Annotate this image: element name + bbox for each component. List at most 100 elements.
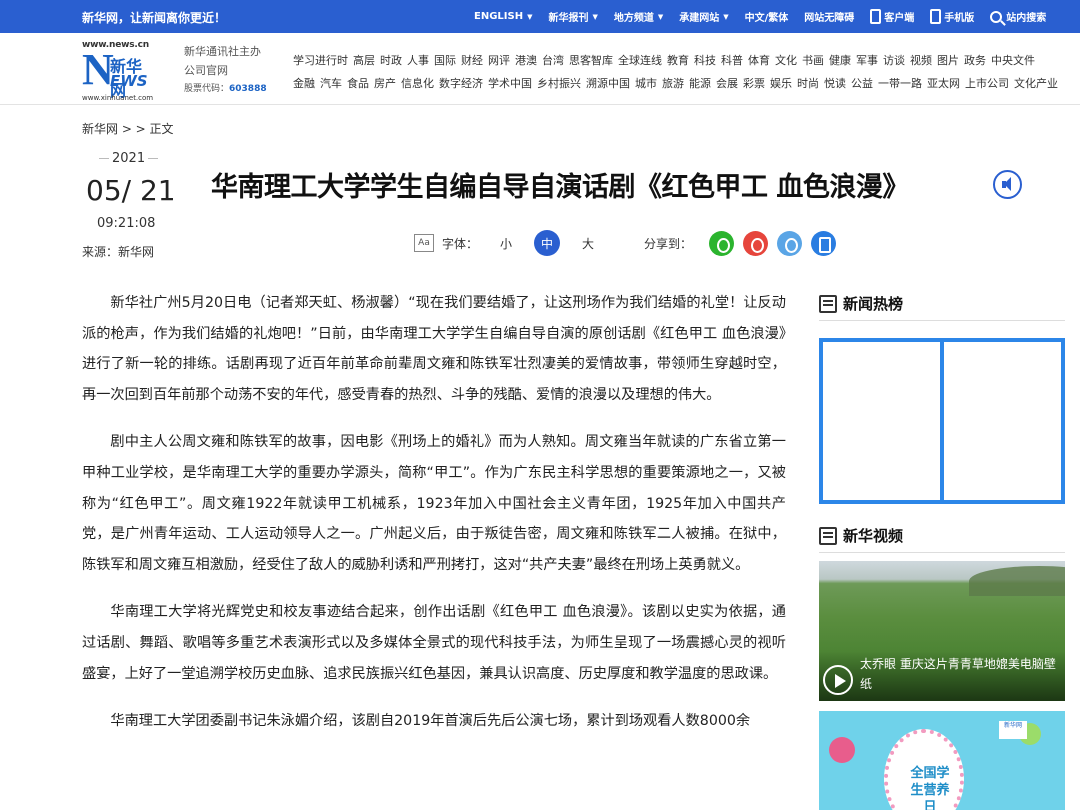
channel-link[interactable]: 会展 bbox=[716, 77, 738, 90]
channel-link[interactable]: 时尚 bbox=[797, 77, 819, 90]
channel-link[interactable]: 一带一路 bbox=[878, 77, 922, 90]
nav-hosted-label: 承建网站 bbox=[679, 13, 720, 24]
nav-accessibility[interactable]: 网站无障碍 bbox=[804, 9, 854, 24]
nav-site-search[interactable]: 站内搜索 bbox=[990, 9, 1046, 24]
nav-mobile-label: 手机版 bbox=[944, 13, 975, 24]
channel-link[interactable]: 科普 bbox=[721, 54, 743, 67]
nutrition-day-banner[interactable]: 新华网 全国学生营养日 bbox=[819, 711, 1065, 810]
channel-link[interactable]: 文化产业 bbox=[1014, 77, 1058, 90]
channel-link[interactable]: 书画 bbox=[802, 54, 824, 67]
channel-link[interactable]: 乡村振兴 bbox=[537, 77, 581, 90]
nav-accessibility-label: 网站无障碍 bbox=[804, 13, 855, 24]
video-thumbnail[interactable]: 太乔眼 重庆这片青青草地媲美电脑壁纸 bbox=[819, 561, 1065, 701]
nav-mobile-version[interactable]: 手机版 bbox=[930, 9, 974, 24]
video-caption[interactable]: 太乔眼 重庆这片青青草地媲美电脑壁纸 bbox=[860, 654, 1062, 694]
caret-down-icon: ▼ bbox=[592, 12, 598, 21]
channel-link[interactable]: 溯源中国 bbox=[586, 77, 630, 90]
channel-link[interactable]: 公益 bbox=[851, 77, 873, 90]
channel-link[interactable]: 彩票 bbox=[743, 77, 765, 90]
publish-time: 09:21:08 bbox=[97, 216, 156, 231]
flower-decoration bbox=[829, 737, 855, 763]
nav-local-channels[interactable]: 地方频道 ▼ bbox=[613, 9, 664, 25]
channel-link[interactable]: 上市公司 bbox=[965, 77, 1009, 90]
channel-link[interactable]: 财经 bbox=[461, 54, 483, 67]
nav-hosted-sites[interactable]: 承建网站 ▼ bbox=[679, 9, 729, 25]
nav-periodicals-label: 新华报刊 bbox=[548, 13, 589, 24]
channel-link[interactable]: 港澳 bbox=[515, 54, 537, 67]
hot-news-slot[interactable] bbox=[944, 342, 1061, 500]
channel-link[interactable]: 学术中国 bbox=[488, 77, 532, 90]
channel-link[interactable]: 思客智库 bbox=[569, 54, 613, 67]
channel-link[interactable]: 悦读 bbox=[824, 77, 846, 90]
font-small-button[interactable]: 小 bbox=[500, 235, 512, 252]
nav-xinhua-periodicals[interactable]: 新华报刊 ▼ bbox=[548, 9, 598, 25]
nav-local-label: 地方频道 bbox=[613, 13, 654, 24]
nav-client-app[interactable]: 客户端 bbox=[870, 9, 914, 24]
channel-link[interactable]: 中央文件 bbox=[991, 54, 1035, 67]
channel-link[interactable]: 学习进行时 bbox=[293, 54, 348, 67]
font-large-button[interactable]: 大 bbox=[582, 235, 594, 252]
channel-link[interactable]: 汽车 bbox=[320, 77, 342, 90]
channel-link[interactable]: 体育 bbox=[748, 54, 770, 67]
caret-down-icon: ▼ bbox=[657, 12, 664, 21]
channel-link[interactable]: 金融 bbox=[293, 77, 315, 90]
channel-link[interactable]: 访谈 bbox=[883, 54, 905, 67]
wechat-share-icon[interactable] bbox=[709, 230, 735, 256]
channel-link[interactable]: 旅游 bbox=[662, 77, 684, 90]
divider bbox=[819, 552, 1065, 553]
channel-menu-row1: 学习进行时 高层 时政 人事 国际 财经 网评 港澳 台湾 思客智库 全球连线 教育 科技 科普 体育 文化书… bbox=[293, 49, 1073, 72]
xinhua-video-heading: 新华视频 bbox=[819, 525, 903, 546]
channel-link[interactable]: 台湾 bbox=[542, 54, 564, 67]
channel-link[interactable]: 房产 bbox=[374, 77, 396, 90]
link-share-icon[interactable] bbox=[777, 230, 803, 256]
channel-link[interactable]: 能源 bbox=[689, 77, 711, 90]
channel-link[interactable]: 信息化 bbox=[401, 77, 434, 90]
logo-bottom-url: www.xinhuanet.com bbox=[82, 94, 154, 102]
official-line1: 新华通讯社主办 bbox=[184, 45, 261, 58]
channel-link[interactable]: 健康 bbox=[829, 54, 851, 67]
play-icon[interactable] bbox=[823, 665, 853, 695]
channel-link[interactable]: 娱乐 bbox=[770, 77, 792, 90]
channel-menu: 学习进行时 高层 时政 人事 国际 财经 网评 港澳 台湾 思客智库 全球连线 教育 科技 科普 体育 文化书… bbox=[293, 49, 1073, 95]
channel-link[interactable]: 网评 bbox=[488, 54, 510, 67]
channel-link[interactable]: 科技 bbox=[694, 54, 716, 67]
xinhua-logo[interactable]: www.news.cn N 新华网 EWS www.xinhuanet.com bbox=[82, 40, 156, 102]
stock-code[interactable]: 603888 bbox=[229, 84, 267, 94]
channel-link[interactable]: 图片 bbox=[937, 54, 959, 67]
breadcrumb[interactable]: 新华网 > > 正文 bbox=[82, 120, 174, 137]
channel-link[interactable]: 文化 bbox=[775, 54, 797, 67]
weibo-share-icon[interactable] bbox=[743, 230, 769, 256]
article-paragraph: 新华社广州5月20日电（记者郑天虹、杨淑馨）“现在我们要结婚了，让这刑场作为我们… bbox=[82, 295, 786, 403]
article-paragraph: 华南理工大学团委副书记朱泳媚介绍，该剧自2019年首演后先后公演七场，累计到场观… bbox=[110, 713, 751, 730]
channel-link[interactable]: 教育 bbox=[667, 54, 689, 67]
search-icon bbox=[990, 10, 1003, 23]
hot-news-slot[interactable] bbox=[823, 342, 940, 500]
nav-search-label: 站内搜索 bbox=[1006, 13, 1047, 24]
channel-link[interactable]: 数字经济 bbox=[439, 77, 483, 90]
channel-link[interactable]: 国际 bbox=[434, 54, 456, 67]
channel-link[interactable]: 视频 bbox=[910, 54, 932, 67]
channel-link[interactable]: 高层 bbox=[353, 54, 375, 67]
font-medium-button[interactable]: 中 bbox=[534, 230, 561, 256]
article-source: 来源：新华网 bbox=[82, 245, 155, 259]
banner-text: 全国学生营养日 bbox=[910, 766, 950, 810]
xinhua-video-title: 新华视频 bbox=[843, 527, 904, 545]
channel-link[interactable]: 时政 bbox=[380, 54, 402, 67]
hot-news-heading: 新闻热榜 bbox=[819, 293, 903, 314]
nav-english[interactable]: ENGLISH ▼ bbox=[474, 11, 532, 22]
mobile-share-icon[interactable] bbox=[811, 230, 837, 256]
caret-down-icon: ▼ bbox=[723, 12, 729, 21]
channel-link[interactable]: 城市 bbox=[635, 77, 657, 90]
channel-link[interactable]: 军事 bbox=[856, 54, 878, 67]
article-toolbar: Aa 字体： 小 中 大 分享到： bbox=[414, 229, 837, 257]
channel-link[interactable]: 政务 bbox=[964, 54, 986, 67]
audio-play-icon[interactable] bbox=[993, 170, 1022, 199]
nav-simplified-traditional[interactable]: 中文/繁体 bbox=[745, 9, 789, 24]
channel-link[interactable]: 食品 bbox=[347, 77, 369, 90]
share-label: 分享到： bbox=[644, 236, 693, 251]
channel-link[interactable]: 全球连线 bbox=[618, 54, 662, 67]
hot-news-panel bbox=[819, 338, 1065, 504]
channel-link[interactable]: 人事 bbox=[407, 54, 429, 67]
channel-link[interactable]: 亚太网 bbox=[927, 77, 960, 90]
logo-ews: EWS bbox=[110, 72, 148, 90]
